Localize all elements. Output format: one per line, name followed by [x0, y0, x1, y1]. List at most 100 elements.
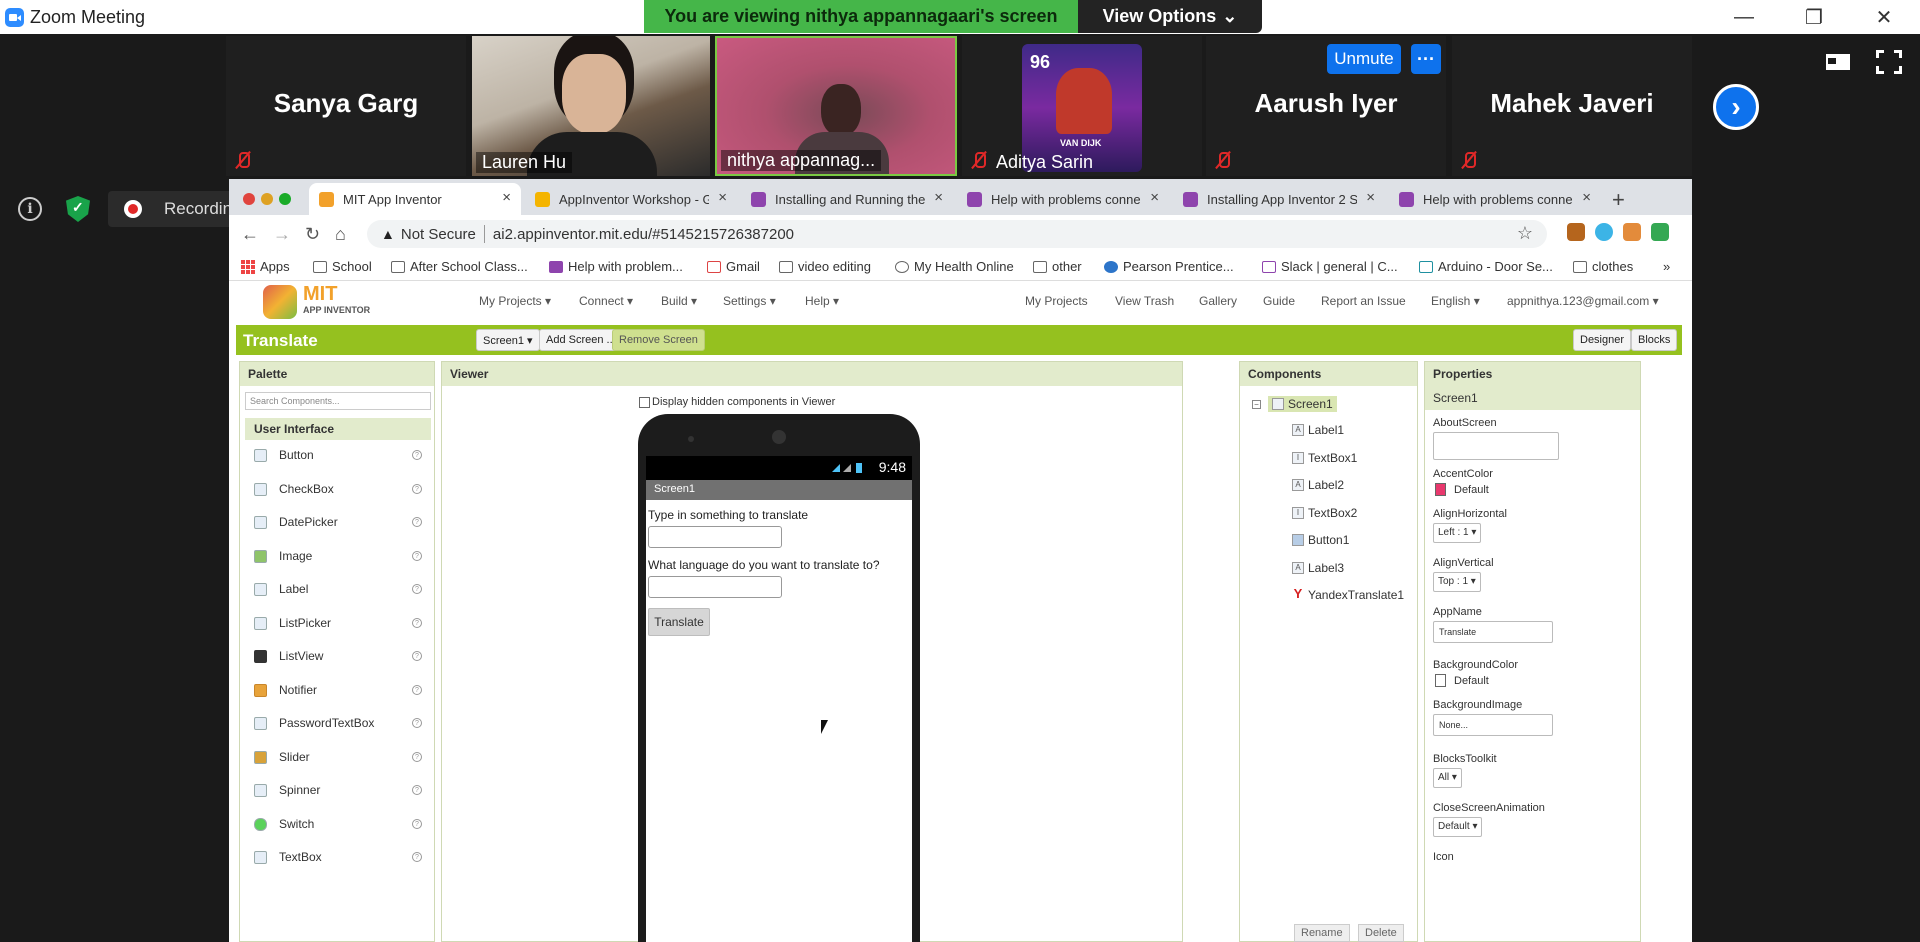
help-icon[interactable]: ? [412, 685, 422, 695]
menu-connect[interactable]: Connect ▾ [579, 294, 633, 308]
bookmark-star-icon[interactable]: ☆ [1517, 223, 1533, 244]
tree-node-textbox2[interactable]: I TextBox2 [1292, 506, 1357, 520]
bookmark-item[interactable]: School [313, 259, 372, 274]
tree-node-button1[interactable]: Button1 [1292, 533, 1349, 547]
prop-backgroundimage-input[interactable]: None... [1433, 714, 1553, 736]
browser-tab[interactable]: Installing App Inventor 2 S × [1173, 183, 1385, 215]
browser-tab[interactable]: MIT App Inventor × [309, 183, 521, 215]
tree-node-label1[interactable]: A Label1 [1292, 423, 1344, 437]
tab-close-icon[interactable]: × [718, 189, 727, 206]
participant-tile[interactable]: Mahek Javeri [1452, 36, 1692, 176]
bookmark-item[interactable]: Gmail [707, 259, 760, 274]
palette-item-switch[interactable]: Switch? [254, 814, 424, 834]
tree-node-label3[interactable]: A Label3 [1292, 561, 1344, 575]
help-icon[interactable]: ? [412, 484, 422, 494]
next-page-icon[interactable]: › [1713, 84, 1759, 130]
palette-item-datepicker[interactable]: DatePicker? [254, 512, 424, 532]
participant-tile[interactable]: Aarush Iyer [1206, 36, 1446, 176]
link-report-issue[interactable]: Report an Issue [1321, 294, 1406, 308]
close-dot[interactable] [243, 193, 255, 205]
help-icon[interactable]: ? [412, 551, 422, 561]
screen-select[interactable]: Screen1 ▾ [476, 329, 540, 351]
bookmark-apps[interactable]: Apps [241, 259, 290, 274]
restore-icon[interactable]: ❐ [1784, 0, 1844, 34]
palette-section-user-interface[interactable]: User Interface [245, 418, 431, 440]
phone-textbox1[interactable] [648, 526, 782, 548]
link-guide[interactable]: Guide [1263, 294, 1295, 308]
checkbox[interactable] [639, 396, 650, 408]
help-icon[interactable]: ? [412, 819, 422, 829]
prop-aboutscreen-input[interactable] [1433, 432, 1559, 460]
help-icon[interactable]: ? [412, 450, 422, 460]
phone-translate-button[interactable]: Translate [648, 608, 710, 636]
link-view-trash[interactable]: View Trash [1115, 294, 1174, 308]
bookmark-item[interactable]: Pearson Prentice... [1104, 259, 1234, 274]
more-options-button[interactable]: ··· [1411, 44, 1441, 74]
extension-icon[interactable] [1567, 223, 1585, 241]
info-icon[interactable]: i [18, 197, 42, 221]
palette-item-passwordtextbox[interactable]: PasswordTextBox? [254, 713, 424, 733]
blocks-button[interactable]: Blocks [1631, 329, 1678, 351]
palette-item-listpicker[interactable]: ListPicker? [254, 613, 424, 633]
prop-blockstoolkit-select[interactable]: All ▾ [1433, 768, 1462, 788]
menu-help[interactable]: Help ▾ [805, 294, 839, 308]
prop-alignvertical-select[interactable]: Top : 1 ▾ [1433, 572, 1481, 592]
shield-icon[interactable] [66, 196, 90, 222]
palette-item-spinner[interactable]: Spinner? [254, 780, 424, 800]
participant-tile[interactable]: Sanya Garg [226, 36, 466, 176]
link-my-projects[interactable]: My Projects [1025, 294, 1088, 308]
phone-label2[interactable]: What language do you want to translate t… [648, 558, 880, 572]
participant-tile[interactable]: 96 VAN DIJK Aditya Sarin [962, 36, 1202, 176]
browser-tab[interactable]: Help with problems conne × [957, 183, 1169, 215]
menu-settings[interactable]: Settings ▾ [723, 294, 776, 308]
remove-screen-button[interactable]: Remove Screen [612, 329, 705, 351]
phone-textbox2[interactable] [648, 576, 782, 598]
collapse-icon[interactable]: − [1252, 400, 1261, 409]
rename-button[interactable]: Rename [1294, 924, 1350, 942]
extension-icon[interactable] [1651, 223, 1669, 241]
bookmark-item[interactable]: Help with problem... [549, 259, 683, 274]
tree-node-screen1[interactable]: Screen1 [1268, 396, 1337, 412]
bookmark-item[interactable]: Slack | general | C... [1262, 259, 1398, 274]
participant-tile-active[interactable]: nithya appannag... [715, 36, 957, 176]
menu-language[interactable]: English ▾ [1431, 294, 1480, 308]
add-screen-button[interactable]: Add Screen ... [539, 329, 623, 351]
phone-label1[interactable]: Type in something to translate [648, 508, 808, 522]
palette-item-listview[interactable]: ListView? [254, 646, 424, 666]
tab-close-icon[interactable]: × [1582, 189, 1591, 206]
palette-item-slider[interactable]: Slider? [254, 747, 424, 767]
minimize-dot[interactable] [261, 193, 273, 205]
palette-item-textbox[interactable]: TextBox? [254, 847, 424, 867]
browser-tab[interactable]: Help with problems conne × [1389, 183, 1601, 215]
home-icon[interactable]: ⌂ [335, 224, 346, 245]
extension-icon[interactable] [1595, 223, 1613, 241]
palette-item-checkbox[interactable]: CheckBox? [254, 479, 424, 499]
palette-search-input[interactable]: Search Components... [245, 392, 431, 410]
prop-closescreenanimation-select[interactable]: Default ▾ [1433, 817, 1483, 837]
bookmark-item[interactable]: video editing [779, 259, 871, 274]
palette-item-button[interactable]: Button? [254, 445, 424, 465]
bookmark-item[interactable]: clothes [1573, 259, 1633, 274]
palette-item-notifier[interactable]: Notifier? [254, 680, 424, 700]
help-icon[interactable]: ? [412, 718, 422, 728]
tab-close-icon[interactable]: × [1366, 189, 1375, 206]
participant-tile[interactable]: Lauren Hu [472, 36, 710, 176]
help-icon[interactable]: ? [412, 752, 422, 762]
menu-build[interactable]: Build ▾ [661, 294, 697, 308]
help-icon[interactable]: ? [412, 852, 422, 862]
menu-account[interactable]: appnithya.123@gmail.com ▾ [1507, 294, 1659, 308]
tab-close-icon[interactable]: × [502, 189, 511, 206]
url-input[interactable]: ▲ Not Secure ai2.appinventor.mit.edu/#51… [367, 220, 1547, 248]
unmute-button[interactable]: Unmute [1327, 44, 1401, 74]
tab-close-icon[interactable]: × [934, 189, 943, 206]
bookmark-item[interactable]: My Health Online [895, 259, 1014, 274]
tree-node-label2[interactable]: A Label2 [1292, 478, 1344, 492]
close-icon[interactable]: ✕ [1854, 0, 1914, 34]
tree-node-yandextranslate1[interactable]: Y YandexTranslate1 [1292, 587, 1404, 602]
layout-icon[interactable] [1826, 50, 1852, 74]
designer-button[interactable]: Designer [1573, 329, 1632, 351]
reload-icon[interactable]: ↻ [305, 224, 320, 245]
help-icon[interactable]: ? [412, 584, 422, 594]
fullscreen-icon[interactable] [1876, 50, 1902, 74]
palette-item-label-comp[interactable]: Label? [254, 579, 424, 599]
